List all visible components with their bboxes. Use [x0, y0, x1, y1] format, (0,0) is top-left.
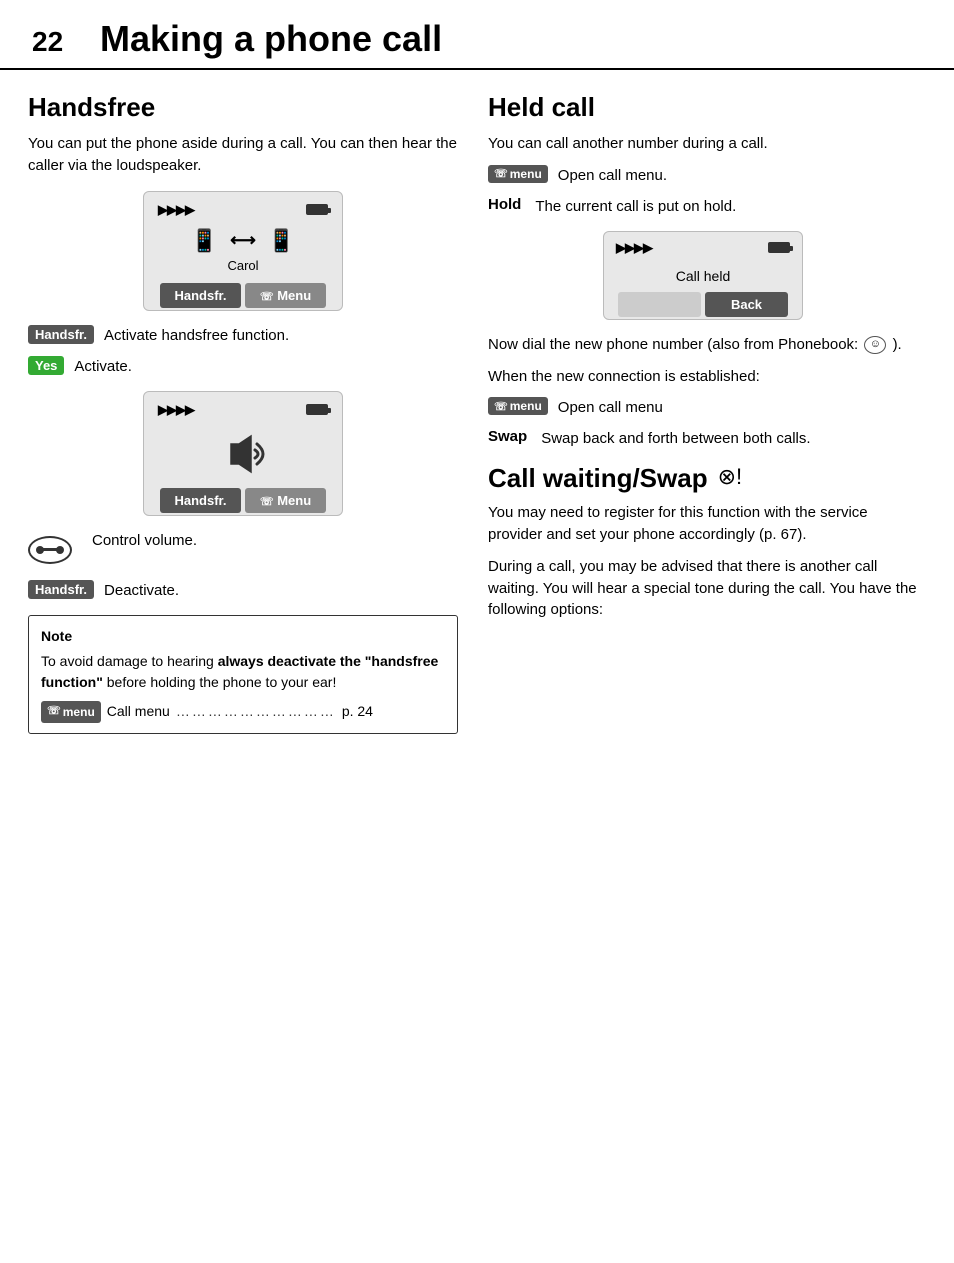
volume-desc: Control volume.: [92, 530, 458, 551]
note-menu-row: ☏ menu Call menu ………………………… p. 24: [41, 701, 445, 723]
swap-desc: Swap back and forth between both calls.: [541, 428, 918, 449]
handsfree-title: Handsfree: [28, 92, 458, 123]
call-waiting-para1: You may need to register for this functi…: [488, 502, 918, 546]
vol-dot-left: [36, 546, 44, 554]
carol-label: Carol: [227, 258, 258, 273]
back-btn[interactable]: Back: [705, 292, 788, 317]
handsfr-badge-1: Handsfr.: [28, 325, 94, 344]
handsfr-desc-deactivate: Deactivate.: [104, 580, 458, 601]
battery-icon-2: [306, 404, 328, 415]
held-menu-badge-2: ☏ menu: [488, 397, 548, 415]
call-held-text: Call held: [616, 268, 790, 284]
handsfr-key-1: Handsfr. Activate handsfree function.: [28, 325, 458, 346]
screen-top-row: ▶▶▶▶: [158, 202, 328, 218]
vol-circle: [28, 536, 72, 564]
note-box: Note To avoid damage to hearing always d…: [28, 615, 458, 734]
connection-text: When the new connection is established:: [488, 366, 918, 388]
phone-screen-speaker: ▶▶▶▶: [158, 402, 328, 482]
note-phone-icon: ☏: [47, 703, 61, 720]
call-waiting-title: Call waiting/Swap: [488, 463, 708, 494]
note-body: To avoid damage to hearing always deacti…: [41, 651, 445, 693]
held-call-intro: You can call another number during a cal…: [488, 133, 918, 155]
right-column: Held call You can call another number du…: [488, 88, 918, 748]
phone-display-speaker: ▶▶▶▶ Handsfr. ☏: [143, 391, 343, 516]
phone-handset-right: 📱: [268, 228, 295, 254]
handsfr-btn-2[interactable]: Handsfr.: [160, 488, 241, 513]
phonebook-icon: ☺: [864, 336, 886, 354]
note-text2: before holding the phone to your ear!: [103, 674, 337, 690]
battery-icon: [306, 204, 328, 215]
volume-control-icon: [28, 536, 72, 564]
held-menu-key-2: ☏ menu Open call menu: [488, 397, 918, 418]
main-content: Handsfree You can put the phone aside du…: [0, 88, 954, 748]
held-buttons: Back: [616, 290, 790, 319]
carol-buttons: Handsfr. ☏ Menu: [158, 281, 328, 310]
page-title: Making a phone call: [100, 18, 442, 60]
held-screen-top: ▶▶▶▶: [616, 240, 790, 256]
page-header: 22 Making a phone call: [0, 0, 954, 70]
note-menu-label: menu: [63, 703, 95, 721]
held-empty-btn: [618, 292, 701, 317]
phone-display-carol: ▶▶▶▶ 📱 ⟷ 📱 Carol Handsfr. ☏ Menu: [143, 191, 343, 311]
held-phone-icon: ☏: [494, 167, 508, 180]
swap-word: Swap: [488, 428, 527, 445]
yes-desc: Activate.: [74, 356, 458, 377]
speaker-screen: [215, 422, 271, 482]
note-page-ref: p. 24: [342, 701, 373, 722]
held-menu-label-2: menu: [510, 399, 542, 413]
carol-phones-row: 📱 ⟷ 📱: [158, 222, 328, 258]
note-title: Note: [41, 626, 445, 647]
note-menu-text: Call menu: [107, 701, 170, 722]
yes-key: Yes Activate.: [28, 356, 458, 377]
held-menu-desc: Open call menu.: [558, 165, 918, 186]
held-menu-badge: ☏ menu: [488, 165, 548, 183]
held-signal-icon: ▶▶▶▶: [616, 240, 652, 256]
menu-phone-icon-2: ☏: [260, 496, 274, 508]
call-waiting-icon: ⊗!: [718, 464, 743, 490]
hold-key: Hold The current call is put on hold.: [488, 196, 918, 217]
held-screen: ▶▶▶▶ Call held: [616, 240, 790, 284]
dial-text: Now dial the new phone number (also from…: [488, 334, 918, 356]
handsfr-btn-1[interactable]: Handsfr.: [160, 283, 241, 308]
menu-btn-1[interactable]: ☏ Menu: [245, 283, 326, 308]
vol-dot-right: [56, 546, 64, 554]
phone-handset-left: 📱: [191, 228, 218, 254]
held-call-display: ▶▶▶▶ Call held Back: [603, 231, 803, 320]
arrow-both-icon: ⟷: [230, 230, 256, 251]
note-dots: …………………………: [176, 701, 336, 722]
phone-screen-carol: ▶▶▶▶ 📱 ⟷ 📱 Carol: [158, 202, 328, 277]
held-battery-icon: [768, 242, 790, 253]
note-text1: To avoid damage to hearing: [41, 653, 218, 669]
volume-key: Control volume.: [28, 530, 458, 570]
handsfree-intro: You can put the phone aside during a cal…: [28, 133, 458, 177]
call-waiting-para2: During a call, you may be advised that t…: [488, 556, 918, 621]
held-phone-icon-2: ☏: [494, 400, 508, 413]
handsfr-desc-1: Activate handsfree function.: [104, 325, 458, 346]
handsfr-key-deactivate: Handsfr. Deactivate.: [28, 580, 458, 601]
held-call-title: Held call: [488, 92, 918, 123]
handsfr-badge-deactivate: Handsfr.: [28, 580, 94, 599]
note-menu-badge: ☏ menu: [41, 701, 101, 723]
swap-key: Swap Swap back and forth between both ca…: [488, 428, 918, 449]
held-menu-desc-2: Open call menu: [558, 397, 918, 418]
signal-icon-2: ▶▶▶▶: [158, 402, 194, 418]
yes-badge: Yes: [28, 356, 64, 375]
held-menu-label: menu: [510, 167, 542, 181]
speaker-svg-icon: [215, 432, 271, 476]
menu-btn-label-2: Menu: [277, 493, 311, 508]
screen-top-row-2: ▶▶▶▶: [158, 402, 328, 418]
menu-btn-2[interactable]: ☏ Menu: [245, 488, 326, 513]
hold-word: Hold: [488, 196, 521, 213]
page-number: 22: [32, 26, 72, 58]
dial-text-part2: ).: [893, 336, 902, 353]
signal-icon: ▶▶▶▶: [158, 202, 194, 218]
menu-btn-label: Menu: [277, 288, 311, 303]
held-menu-key: ☏ menu Open call menu.: [488, 165, 918, 186]
hold-desc: The current call is put on hold.: [535, 196, 918, 217]
menu-phone-icon: ☏: [260, 291, 274, 303]
call-waiting-header: Call waiting/Swap ⊗!: [488, 459, 918, 494]
dial-text-part1: Now dial the new phone number (also from…: [488, 336, 858, 353]
left-column: Handsfree You can put the phone aside du…: [28, 88, 458, 748]
speaker-buttons: Handsfr. ☏ Menu: [158, 486, 328, 515]
